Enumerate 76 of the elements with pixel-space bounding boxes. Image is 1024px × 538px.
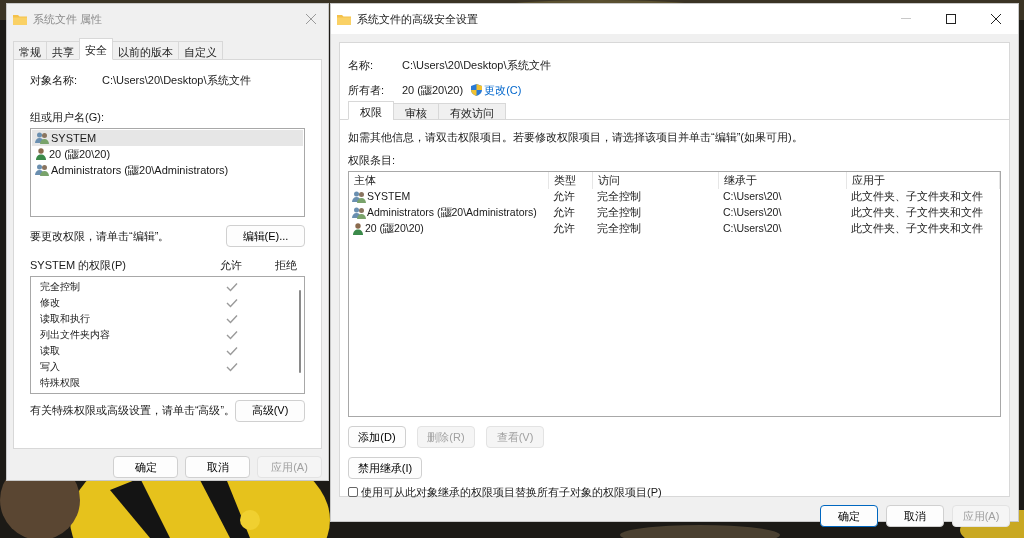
user-icon — [35, 148, 47, 160]
users-icon — [35, 164, 49, 176]
field-label: SYSTEM 的权限(P) — [30, 258, 127, 273]
permission-name: 列出文件夹内容 — [40, 328, 111, 342]
folder-icon — [337, 13, 351, 25]
dialog-button[interactable]: 添加(D) — [348, 426, 406, 448]
change-owner-link[interactable]: 更改(C) — [484, 81, 522, 98]
table-cell: SYSTEM — [349, 189, 549, 205]
checkmark-icon — [226, 297, 238, 308]
checkmark-icon — [226, 329, 238, 340]
list-item[interactable]: Administrators (鼴20\Administrators) — [32, 162, 303, 178]
field-label: 组或用户名(G): — [30, 109, 105, 125]
table-cell-text: C:\Users\20\ — [722, 189, 783, 205]
dialog-button[interactable]: 确定 — [113, 456, 178, 478]
object-name: C:\Users\20\Desktop\系统文件 — [402, 58, 551, 73]
field-label: 所有者: — [348, 82, 386, 98]
dialog-button[interactable]: 禁用继承(I) — [348, 457, 422, 479]
table-cell-text: 完全控制 — [596, 205, 642, 221]
hint-text: 要更改权限，请单击“编辑”。 — [30, 228, 170, 244]
field-label: 权限条目: — [348, 152, 397, 168]
column-header: 允许 — [220, 258, 243, 273]
tab[interactable]: 权限 — [348, 101, 394, 120]
tab[interactable]: 安全 — [79, 38, 113, 60]
table-cell: 20 (鼴20\20) — [349, 221, 549, 237]
dialog-button[interactable]: 编辑(E)... — [226, 225, 305, 247]
column-header[interactable]: 继承于 — [719, 172, 847, 189]
column-header[interactable]: 访问 — [593, 172, 719, 189]
dialog-button[interactable]: 高级(V) — [235, 399, 305, 422]
hint-text: 有关特殊权限或高级设置，请单击“高级”。 — [30, 402, 235, 418]
owner-name: 20 (鼴20\20) — [402, 82, 464, 98]
shield-icon — [471, 83, 483, 96]
checkmark-icon — [226, 345, 238, 356]
table-cell-text: 此文件夹、子文件夹和文件 — [850, 221, 984, 237]
checkmark-icon — [226, 281, 238, 292]
table-cell-text: C:\Users\20\ — [722, 221, 783, 237]
users-icon — [35, 132, 49, 144]
table-cell-text: 完全控制 — [596, 221, 642, 237]
permission-name: 修改 — [40, 296, 61, 310]
table-cell-text: 允许 — [552, 221, 576, 237]
dialog-button[interactable]: 取消 — [886, 505, 944, 527]
column-header[interactable]: 类型 — [549, 172, 593, 189]
permission-name: 读取和执行 — [40, 312, 91, 326]
tab[interactable]: 有效访问 — [438, 103, 506, 120]
list-item[interactable]: 20 (鼴20\20) — [32, 146, 303, 162]
checkmark-icon — [226, 313, 238, 324]
users-icon — [352, 207, 366, 219]
checkbox[interactable] — [348, 487, 358, 498]
permission-name: 读取 — [40, 344, 61, 358]
permission-name: 特殊权限 — [40, 376, 81, 390]
table-cell-text: 允许 — [552, 205, 576, 221]
field-label: 对象名称: — [30, 73, 79, 88]
table-cell-text: 此文件夹、子文件夹和文件 — [850, 189, 984, 205]
tab[interactable]: 审核 — [393, 103, 439, 120]
info-text: 如需其他信息，请双击权限项目。若要修改权限项目，请选择该项目并单击“编辑”(如果可用)。 — [348, 130, 804, 145]
object-name: C:\Users\20\Desktop\系统文件 — [102, 73, 251, 88]
checkbox-label: 使用可从此对象继承的权限项目替换所有子对象的权限项目(P) — [361, 485, 662, 500]
permission-name: 完全控制 — [40, 280, 81, 294]
window-title: 系统文件 属性 — [33, 11, 103, 27]
dialog-button[interactable]: 取消 — [185, 456, 250, 478]
field-label: 名称: — [348, 58, 375, 73]
user-icon — [352, 223, 364, 235]
table-cell: Administrators (鼴20\Administrators) — [349, 205, 549, 221]
list-item[interactable]: SYSTEM — [32, 130, 303, 146]
table-cell-text: 允许 — [552, 189, 576, 205]
table-cell-text: 此文件夹、子文件夹和文件 — [850, 205, 984, 221]
column-header[interactable]: 主体 — [349, 172, 549, 189]
checkmark-icon — [226, 361, 238, 372]
permission-name: 写入 — [40, 360, 61, 374]
window-title: 系统文件的高级安全设置 — [357, 11, 478, 27]
table-cell-text: C:\Users\20\ — [722, 205, 783, 221]
table-cell-text: 完全控制 — [596, 189, 642, 205]
column-header[interactable]: 应用于 — [847, 172, 1000, 189]
column-header: 拒绝 — [275, 258, 298, 273]
users-icon — [352, 191, 366, 203]
dialog-button[interactable]: 确定 — [820, 505, 878, 527]
folder-icon — [13, 13, 27, 25]
